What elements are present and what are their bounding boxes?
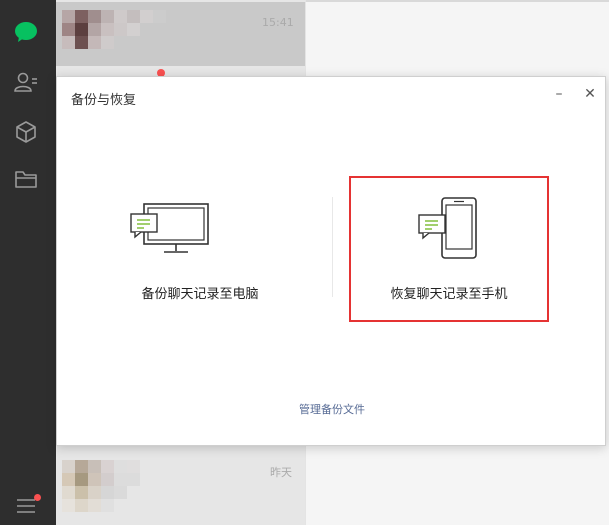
options-divider [332,197,333,297]
chat-time: 昨天 [270,466,292,479]
chat-list-item[interactable]: 15:41 [56,2,305,66]
chat-time: 15:41 [262,16,294,29]
sidebar [0,0,56,525]
dialog-title: 备份与恢复 [71,93,137,108]
backup-restore-dialog: 备份与恢复 – ✕ 备份聊天记录至电脑 恢复聊天记录至手机 管理备份文件 [56,76,606,446]
backup-to-pc-option[interactable]: 备份聊天记录至电脑 [100,177,300,327]
blurred-avatar-preview [62,10,166,49]
monitor-chat-icon [130,203,209,253]
contacts-icon[interactable] [12,68,40,96]
backup-option-label: 备份聊天记录至电脑 [141,287,259,302]
close-button[interactable]: ✕ [579,83,601,105]
blurred-avatar-preview [62,460,166,512]
chat-icon[interactable] [12,18,40,46]
menu-notification-dot [34,494,41,501]
minimize-button[interactable]: – [548,83,570,105]
content-top-border [306,0,609,2]
cube-icon[interactable] [12,118,40,146]
chat-list-item[interactable]: 昨天 [56,452,305,516]
manage-backup-files-link[interactable]: 管理备份文件 [57,401,607,417]
folder-icon[interactable] [12,165,40,193]
restore-option-highlight-box [349,176,549,322]
